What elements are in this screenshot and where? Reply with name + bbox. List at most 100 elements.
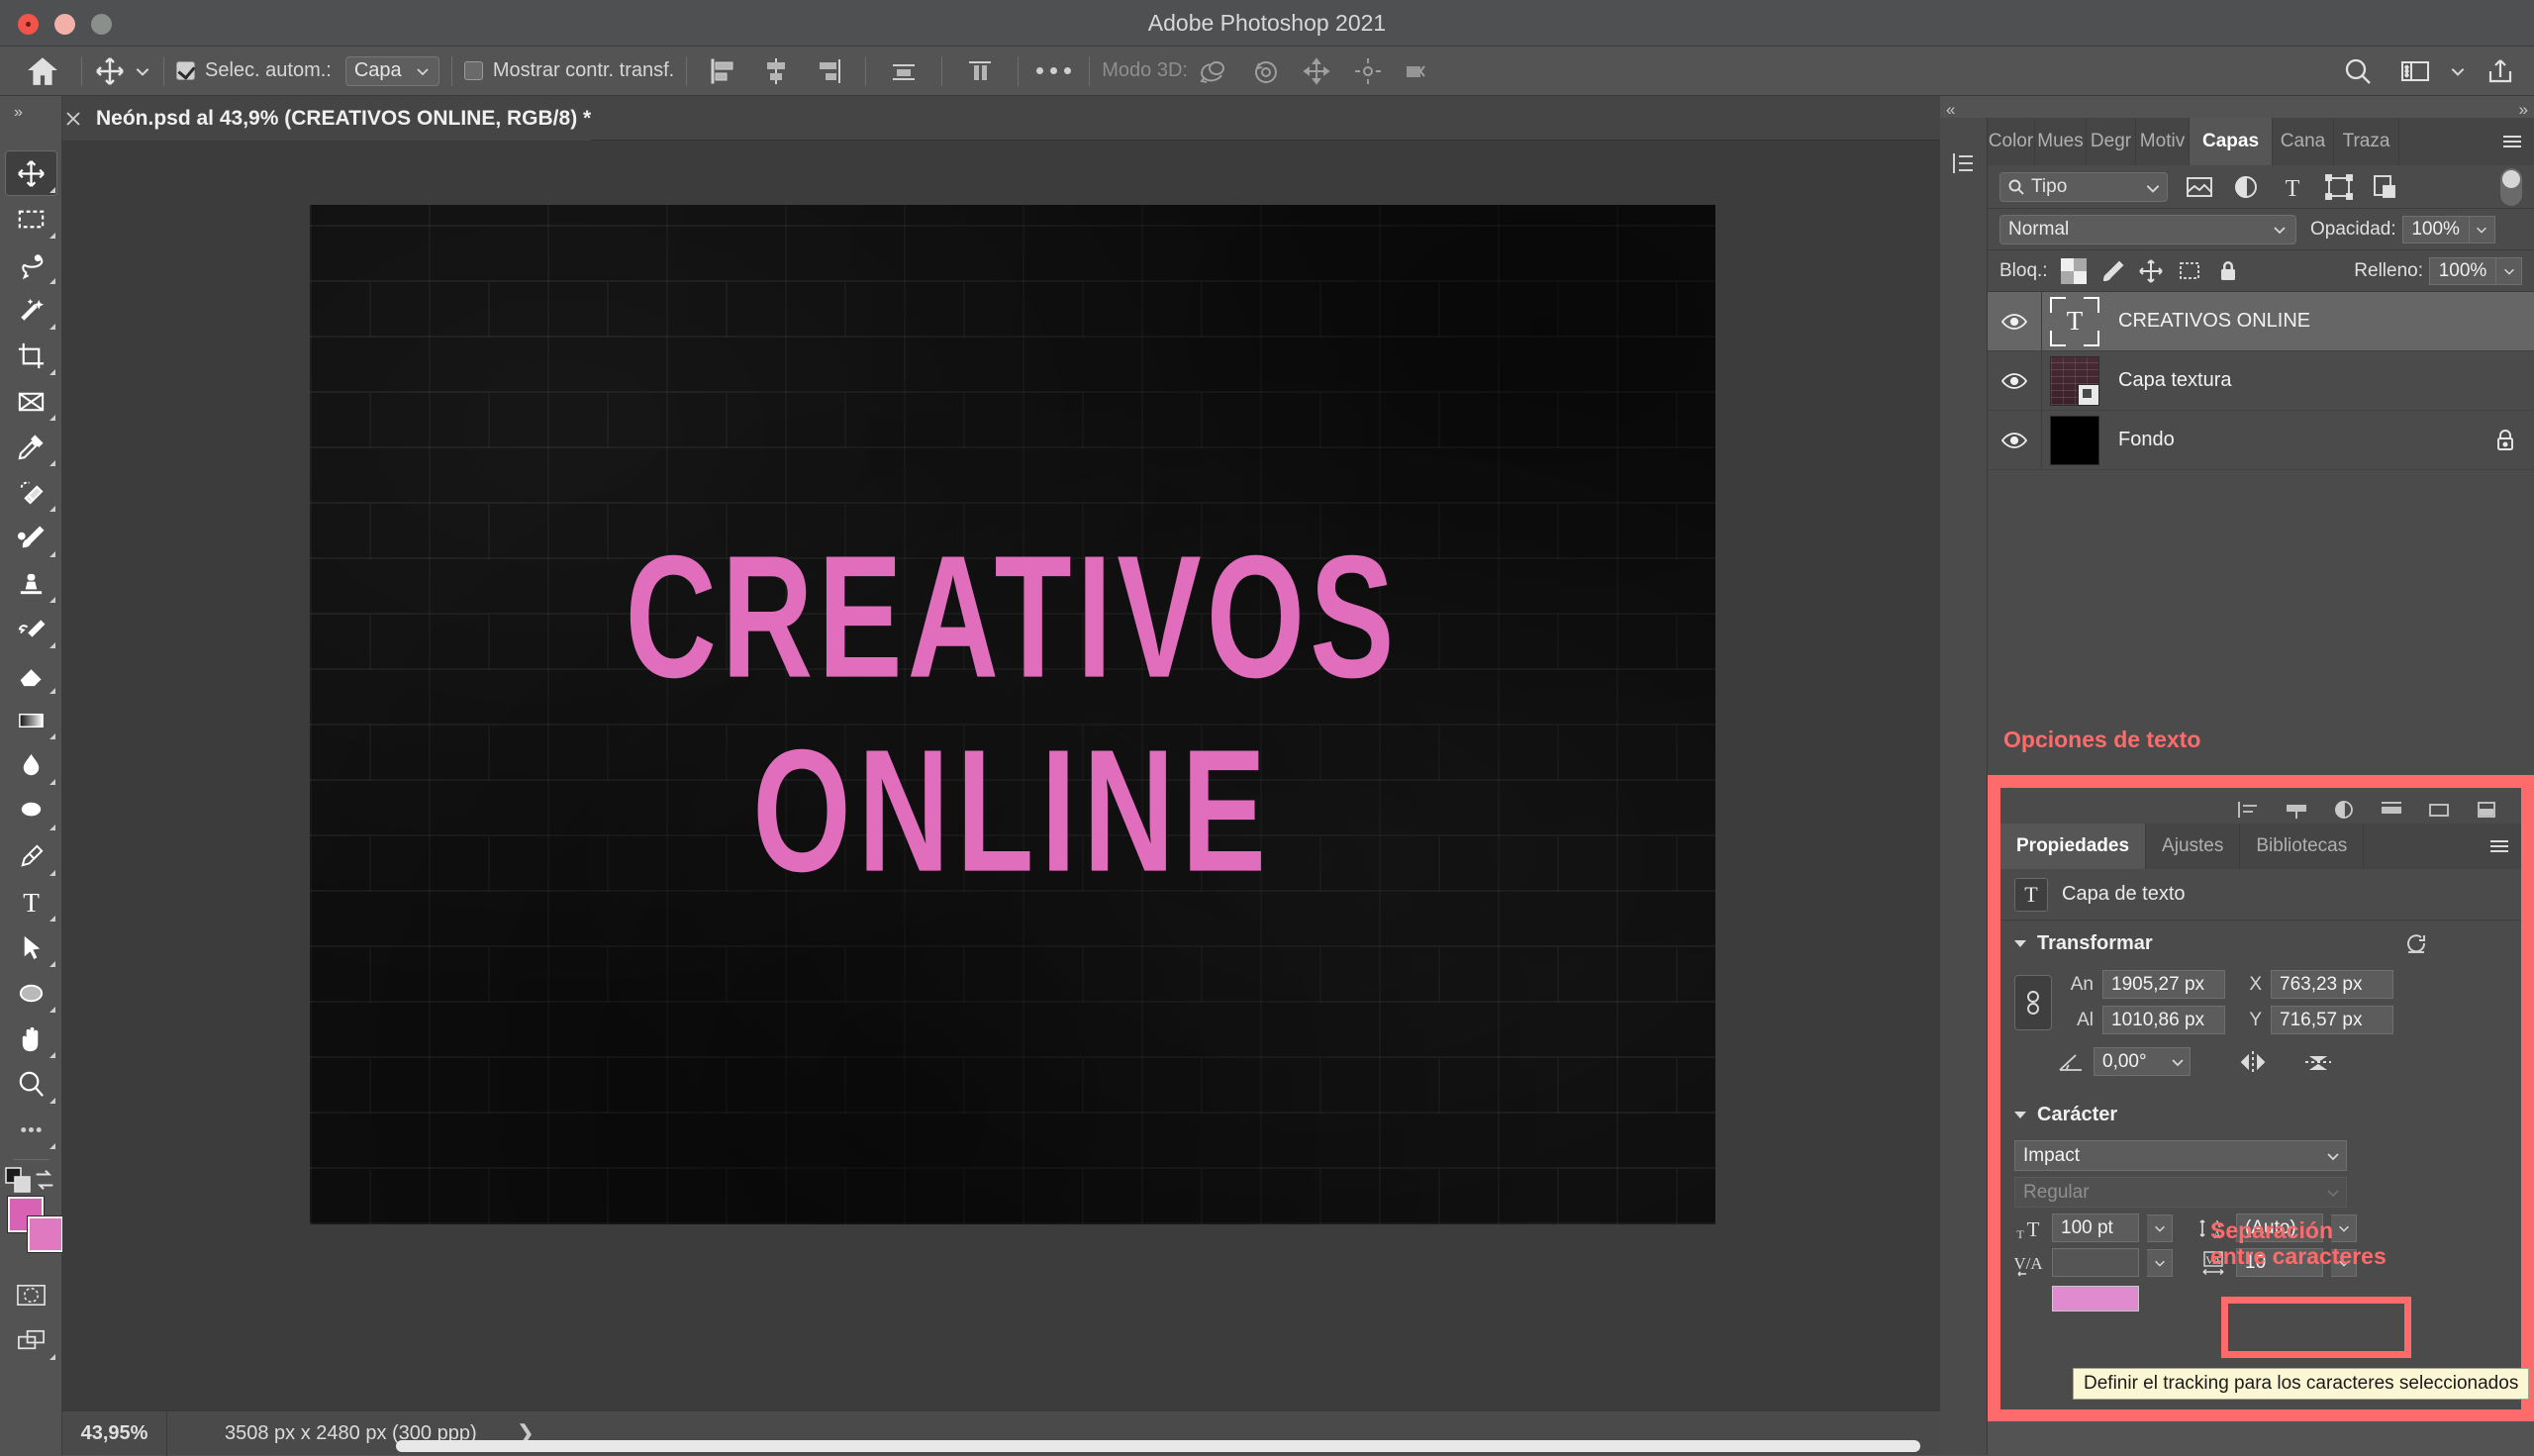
scale-3d-camera-icon[interactable] <box>1403 55 1436 87</box>
canvas-area[interactable]: CREATIVOS ONLINE <box>62 141 1940 1410</box>
home-icon[interactable] <box>26 54 59 88</box>
more-tools[interactable] <box>5 1107 57 1152</box>
lock-transparency-icon[interactable] <box>2060 257 2087 284</box>
lock-all-icon[interactable] <box>2215 258 2241 284</box>
clone-stamp-tool[interactable] <box>5 560 57 606</box>
fill-value[interactable]: 100% <box>2429 256 2496 285</box>
lasso-tool[interactable] <box>5 242 57 287</box>
align-top-edges-icon[interactable] <box>889 56 919 86</box>
tab-channels[interactable]: Cana <box>2273 118 2334 165</box>
zoom-tool[interactable] <box>5 1061 57 1107</box>
layer-name[interactable]: Capa textura <box>2118 369 2232 392</box>
document-tab[interactable]: Neón.psd al 43,9% (CREATIVOS ONLINE, RGB… <box>62 96 592 141</box>
rectangular-marquee-tool[interactable] <box>5 196 57 242</box>
color-swatches[interactable] <box>5 1197 63 1258</box>
show-transform-checkbox[interactable] <box>463 61 483 80</box>
zoom-level[interactable]: 43,95% <box>62 1422 166 1445</box>
layer-thumbnail-text[interactable]: T <box>2050 296 2099 346</box>
neon-text-layer[interactable]: CREATIVOS ONLINE <box>310 205 1715 1224</box>
distribute-vertical-icon[interactable] <box>965 56 995 86</box>
default-colors-icon[interactable] <box>5 1167 32 1193</box>
slide-3d-icon[interactable] <box>1351 55 1385 87</box>
layer-name[interactable]: Fondo <box>2118 429 2175 451</box>
path-selection-tool[interactable] <box>5 924 57 970</box>
quick-mask-icon[interactable] <box>5 1272 57 1317</box>
search-icon[interactable] <box>2342 55 2374 87</box>
blur-tool[interactable] <box>5 742 57 788</box>
auto-select-scope-select[interactable]: Capa <box>344 55 439 86</box>
align-left-edges-icon[interactable] <box>710 56 739 86</box>
layer-thumbnail-background[interactable] <box>2050 415 2099 465</box>
pan-3d-icon[interactable] <box>1300 55 1333 87</box>
layer-visibility-toggle[interactable] <box>1988 432 2041 449</box>
panel-menu-icon[interactable] <box>2478 824 2521 869</box>
table-row[interactable]: T CREATIVOS ONLINE <box>1988 292 2534 351</box>
kerning-input[interactable] <box>2052 1248 2139 1277</box>
font-style-select[interactable]: Regular <box>2014 1177 2347 1208</box>
pen-tool[interactable] <box>5 833 57 879</box>
tab-color[interactable]: Color <box>1988 118 2035 165</box>
height-input[interactable]: 1010,86 px <box>2102 1006 2225 1034</box>
roll-3d-icon[interactable] <box>1248 55 1282 87</box>
type-tool[interactable]: T <box>5 879 57 924</box>
align-middle-icon[interactable] <box>2426 798 2452 822</box>
align-bottom-icon[interactable] <box>2474 798 2499 822</box>
tab-properties[interactable]: Propiedades <box>2000 824 2147 869</box>
chevron-down-icon[interactable] <box>134 62 151 80</box>
font-size-input[interactable]: 100 pt <box>2052 1213 2139 1242</box>
close-icon[interactable] <box>62 108 84 130</box>
table-row[interactable]: Capa textura <box>1988 351 2534 411</box>
reset-icon[interactable] <box>2404 932 2428 954</box>
filter-pixel-icon[interactable] <box>2185 173 2214 201</box>
tab-gradients[interactable]: Degr <box>2087 118 2136 165</box>
flip-vertical-icon[interactable] <box>2301 1049 2335 1075</box>
tab-paths[interactable]: Traza <box>2334 118 2399 165</box>
auto-select-checkbox-group[interactable]: Selec. autom.: Capa <box>176 47 439 96</box>
frame-tool[interactable] <box>5 378 57 424</box>
font-family-select[interactable]: Impact <box>2014 1140 2347 1171</box>
history-panel-icon[interactable] <box>1948 147 1980 179</box>
font-size-stepper[interactable] <box>2147 1213 2173 1242</box>
tab-layers[interactable]: Capas <box>2190 118 2273 165</box>
table-row[interactable]: Fondo <box>1988 411 2534 470</box>
layer-thumbnail-texture[interactable] <box>2050 355 2099 406</box>
blend-mode-select[interactable]: Normal <box>1999 214 2296 244</box>
move-tool-icon[interactable] <box>94 55 126 87</box>
collapse-dock-icon[interactable]: « <box>1946 100 1956 120</box>
lock-artboard-icon[interactable] <box>2177 258 2202 284</box>
tab-patterns[interactable]: Motiv <box>2136 118 2190 165</box>
auto-select-checkbox[interactable] <box>176 61 195 80</box>
crop-tool[interactable] <box>5 333 57 378</box>
align-horizontal-centers-icon[interactable] <box>761 56 791 86</box>
layer-visibility-toggle[interactable] <box>1988 313 2041 331</box>
more-options-button[interactable] <box>1036 67 1072 74</box>
rotate-3d-icon[interactable] <box>1197 55 1230 87</box>
magic-wand-tool[interactable] <box>5 287 57 333</box>
share-icon[interactable] <box>2485 55 2516 87</box>
tab-adjustments[interactable]: Ajustes <box>2146 824 2241 869</box>
layer-name[interactable]: CREATIVOS ONLINE <box>2118 310 2310 333</box>
angle-input[interactable]: 0,00° <box>2094 1047 2191 1076</box>
dodge-tool[interactable] <box>5 788 57 833</box>
character-section-header[interactable]: Carácter <box>2000 1092 2521 1137</box>
filter-shape-icon[interactable] <box>2324 173 2354 201</box>
opacity-stepper[interactable] <box>2469 215 2495 243</box>
screen-mode-icon[interactable] <box>5 1317 57 1363</box>
filter-smart-object-icon[interactable] <box>2371 173 2400 201</box>
eyedropper-tool[interactable] <box>5 424 57 469</box>
flip-horizontal-icon[interactable] <box>2236 1049 2270 1075</box>
spot-healing-brush-tool[interactable] <box>5 469 57 515</box>
workspace-icon[interactable] <box>2399 55 2431 87</box>
show-transform-checkbox-group[interactable]: Mostrar contr. transf. <box>463 47 674 96</box>
expand-toolbar-icon[interactable]: » <box>14 104 23 122</box>
background-color-swatch[interactable] <box>27 1216 63 1252</box>
expand-dock-icon[interactable]: » <box>2519 100 2529 120</box>
brush-tool[interactable] <box>5 515 57 560</box>
kerning-stepper[interactable] <box>2147 1248 2173 1277</box>
link-aspect-ratio-icon[interactable] <box>2014 974 2052 1030</box>
align-left-icon[interactable] <box>2236 798 2262 822</box>
move-tool[interactable] <box>4 150 57 196</box>
tab-samples[interactable]: Mues <box>2035 118 2087 165</box>
filter-adjustment-icon[interactable] <box>2231 173 2261 201</box>
text-color-swatch[interactable] <box>2052 1286 2139 1311</box>
